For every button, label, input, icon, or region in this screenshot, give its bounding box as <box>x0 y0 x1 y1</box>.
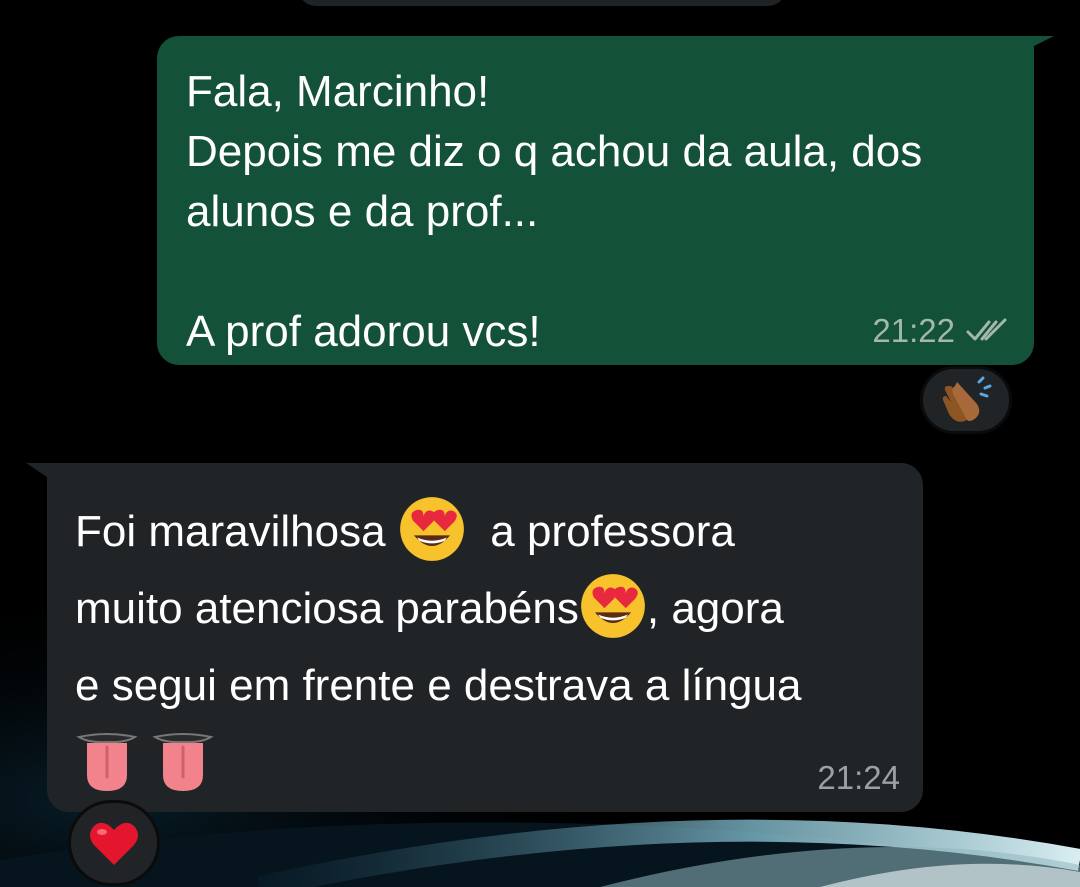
message-text-fragment: a professora <box>490 507 735 556</box>
message-text-line: e segui em frente e destrava a língua <box>75 661 802 710</box>
clapping-hands-icon <box>942 376 992 422</box>
outgoing-message-bubble[interactable]: Fala, Marcinho! Depois me diz o q achou … <box>157 36 1034 365</box>
message-text-line: alunos e da prof... <box>186 187 539 236</box>
red-heart-icon <box>90 822 138 865</box>
tongue-emoji-icon <box>152 733 214 792</box>
tongue-emoji-icon <box>76 733 138 792</box>
message-timestamp: 21:22 <box>872 312 955 349</box>
double-check-icon <box>966 318 1007 341</box>
message-timestamp: 21:24 <box>817 759 900 796</box>
message-meta: 21:22 <box>872 311 1009 351</box>
message-text-line: Fala, Marcinho! <box>186 67 490 116</box>
reaction-clapping-hands[interactable] <box>920 366 1012 434</box>
chat-screen: Fala, Marcinho! Depois me diz o q achou … <box>0 0 1080 887</box>
message-text-fragment: , agora <box>646 584 784 633</box>
heart-eyes-emoji-icon <box>581 574 645 639</box>
reaction-red-heart[interactable] <box>68 800 160 886</box>
incoming-message-bubble[interactable]: Foi maravilhosa a professora muito atenc… <box>47 463 923 812</box>
message-text-fragment: Foi maravilhosa <box>75 507 386 556</box>
message-text-line: Foi maravilhosa a professora <box>75 493 893 570</box>
heart-eyes-emoji-icon <box>399 497 464 562</box>
emoji-line <box>75 724 893 794</box>
message-text-fragment: muito atenciosa parabéns <box>75 584 579 633</box>
message-text-line: Depois me diz o q achou da aula, dos <box>186 127 923 176</box>
message-text-line: muito atenciosa parabéns , agora <box>75 570 893 647</box>
previous-message-bubble-edge[interactable] <box>298 0 786 6</box>
message-meta: 21:24 <box>817 758 900 798</box>
